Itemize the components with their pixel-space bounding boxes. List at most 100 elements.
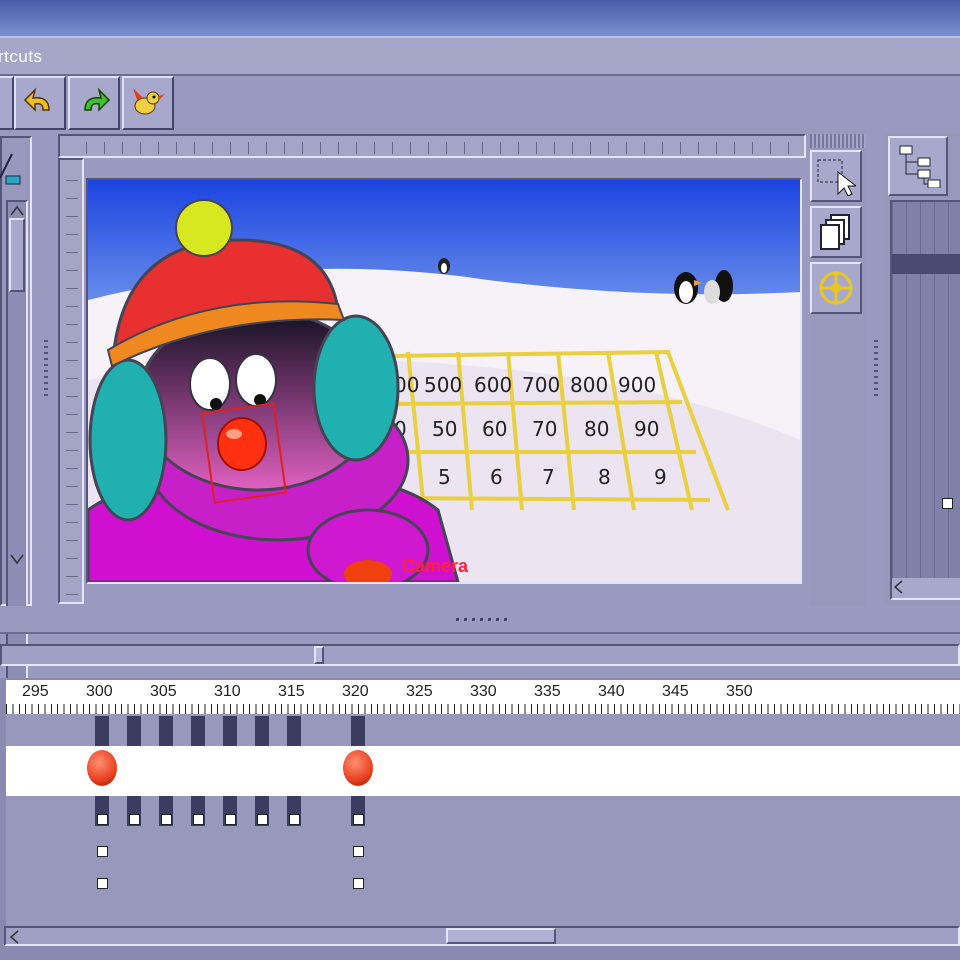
keyframe-marker[interactable]	[161, 814, 172, 825]
svg-text:500: 500	[424, 373, 462, 397]
redo-button[interactable]	[68, 76, 120, 130]
scroll-thumb[interactable]	[9, 218, 25, 292]
keyframe-bar[interactable]	[95, 716, 109, 746]
keyframe-marker[interactable]	[353, 814, 364, 825]
tree-selected-row[interactable]	[892, 254, 960, 274]
menu-item-shortcuts[interactable]: rtcuts	[0, 47, 43, 67]
track-row-selected[interactable]	[6, 746, 960, 797]
keyframe-bar[interactable]	[287, 716, 301, 746]
keyframe-marker[interactable]	[225, 814, 236, 825]
tree-view-tab[interactable]	[888, 136, 948, 196]
copy-pages-button[interactable]	[810, 206, 862, 258]
svg-text:50: 50	[432, 417, 457, 441]
svg-text:70: 70	[532, 417, 557, 441]
left-tool-panel	[0, 136, 32, 710]
svg-text:600: 600	[474, 373, 512, 397]
right-tool-column	[810, 134, 866, 606]
target-tool-button[interactable]	[810, 262, 862, 314]
svg-text:5: 5	[438, 465, 451, 489]
scroll-left-arrow[interactable]	[8, 929, 22, 945]
save-button[interactable]	[0, 76, 14, 130]
menu-bar: rtcuts	[0, 38, 960, 76]
keyframe-bar[interactable]	[159, 716, 173, 746]
keyframe-ball-icon[interactable]	[87, 750, 117, 786]
keyframe-marker[interactable]	[193, 814, 204, 825]
timeline-tick-label: 325	[406, 683, 433, 700]
keyframe-marker[interactable]	[289, 814, 300, 825]
scene-tree-panel	[884, 134, 960, 606]
save-icon	[0, 88, 3, 118]
timeline-scroll-thumb[interactable]	[446, 928, 556, 944]
track-row-empty[interactable]	[6, 892, 960, 927]
keyframe-bar[interactable]	[223, 716, 237, 746]
timeline-tick-label: 295	[22, 683, 49, 700]
distant-penguin	[438, 258, 450, 274]
left-splitter-grip[interactable]	[44, 340, 48, 400]
bird-tool-button[interactable]	[122, 76, 174, 130]
keyframe-bar[interactable]	[255, 716, 269, 746]
svg-text:7: 7	[542, 465, 555, 489]
svg-text:8: 8	[598, 465, 611, 489]
track-row-keyframe-bars[interactable]	[6, 714, 960, 747]
tree-horizontal-scrollbar[interactable]	[892, 578, 960, 598]
keyframe-marker[interactable]	[257, 814, 268, 825]
keyframe-bar[interactable]	[351, 716, 365, 746]
timeline-ruler: 295 300 305 310 315 320 325 330 335 340 345 350	[6, 680, 960, 715]
right-splitter-grip[interactable]	[874, 340, 878, 400]
undo-icon	[23, 87, 50, 112]
select-tool-button[interactable]	[810, 150, 862, 202]
stage-canvas[interactable]: 00 500 600 700 800 900 0 50 60 70 80 90 …	[86, 178, 802, 584]
track-row-keys-c[interactable]	[6, 860, 960, 893]
svg-text:80: 80	[584, 417, 609, 441]
timeline-tick-label: 310	[214, 683, 241, 700]
timeline-tick-label: 335	[534, 683, 561, 700]
copy-pages-icon	[820, 214, 850, 250]
svg-text:9: 9	[654, 465, 667, 489]
svg-text:900: 900	[618, 373, 656, 397]
svg-text:60: 60	[482, 417, 507, 441]
bird-icon	[133, 88, 165, 115]
svg-text:6: 6	[490, 465, 503, 489]
horizontal-ruler	[58, 134, 806, 158]
tree-collapse-icon[interactable]	[942, 498, 953, 509]
stage-scene: 00 500 600 700 800 900 0 50 60 70 80 90 …	[88, 180, 800, 582]
keyframe-bar[interactable]	[127, 716, 141, 746]
frame-slider-thumb[interactable]	[314, 646, 324, 664]
keyframe-marker[interactable]	[353, 846, 364, 857]
timeline-tick-label: 320	[342, 683, 369, 700]
track-row-keys-a[interactable]	[6, 796, 960, 829]
target-icon	[819, 271, 853, 305]
keyframe-marker[interactable]	[97, 846, 108, 857]
timeline-tick-label: 350	[726, 683, 753, 700]
redo-icon	[84, 87, 111, 112]
undo-button[interactable]	[14, 76, 66, 130]
track-row-keys-b[interactable]	[6, 828, 960, 861]
camera-label: Camera	[402, 556, 469, 576]
paint-tool-icon	[0, 153, 21, 185]
keyframe-marker[interactable]	[353, 878, 364, 889]
keyframe-marker[interactable]	[97, 814, 108, 825]
timeline-tick-label: 330	[470, 683, 497, 700]
keyframe-bar[interactable]	[191, 716, 205, 746]
keyframe-marker[interactable]	[97, 878, 108, 889]
vertical-ruler	[58, 158, 84, 604]
main-toolbar	[0, 76, 180, 132]
svg-text:700: 700	[522, 373, 560, 397]
timeline-tick-label: 305	[150, 683, 177, 700]
window-title-bar[interactable]	[0, 0, 960, 38]
timeline-tick-label: 300	[86, 683, 113, 700]
tree-icon	[899, 145, 941, 188]
keyframe-ball-icon[interactable]	[343, 750, 373, 786]
timeline-tick-label: 345	[662, 683, 689, 700]
scene-tree-list[interactable]	[890, 200, 960, 600]
scroll-up-arrow[interactable]	[10, 204, 24, 216]
svg-text:800: 800	[570, 373, 608, 397]
timeline-tick-label: 340	[598, 683, 625, 700]
scroll-down-arrow[interactable]	[10, 552, 24, 565]
timeline-panel: 295 300 305 310 315 320 325 330 335 340 345 350	[0, 678, 960, 960]
timeline-horizontal-scrollbar[interactable]	[4, 926, 960, 946]
frame-slider-track[interactable]	[0, 644, 960, 666]
keyframe-marker[interactable]	[129, 814, 140, 825]
timeline-splitter[interactable]	[0, 606, 960, 634]
select-arrow-icon	[817, 159, 856, 196]
